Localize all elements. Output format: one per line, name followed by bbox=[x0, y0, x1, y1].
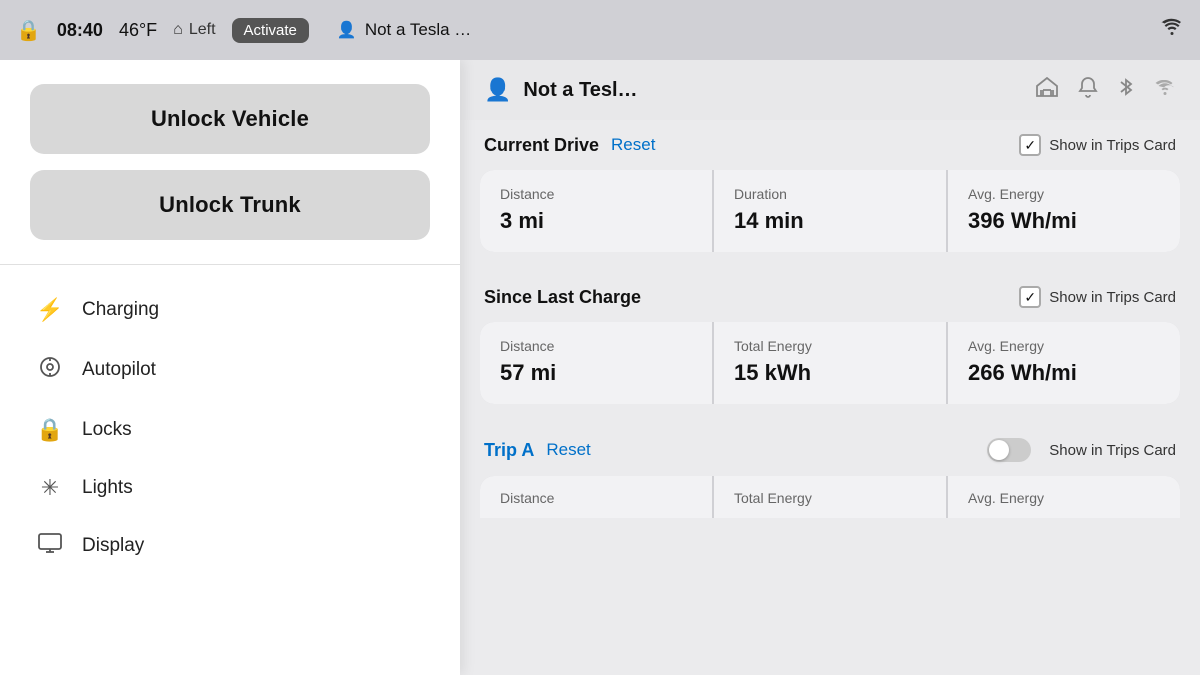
trip-a-section: Trip A Reset Show in Trips Card Distance… bbox=[480, 424, 1180, 518]
unlock-trunk-button[interactable]: Unlock Trunk bbox=[30, 170, 430, 240]
charging-icon: ⚡ bbox=[36, 297, 64, 323]
since-last-charge-show-trips: ✓ Show in Trips Card bbox=[1019, 286, 1176, 308]
trip-a-reset-btn[interactable]: Reset bbox=[546, 440, 590, 460]
wifi-icon-top bbox=[1160, 18, 1184, 42]
not-tesla-label: Not a Tesla … bbox=[365, 20, 471, 40]
status-home: ⌂ Left bbox=[173, 21, 215, 39]
unlock-vehicle-button[interactable]: Unlock Vehicle bbox=[30, 84, 430, 154]
since-last-charge-checkbox-label: Show in Trips Card bbox=[1049, 289, 1176, 306]
right-user-icon: 👤 bbox=[484, 77, 511, 103]
main-layout: Unlock Vehicle Unlock Trunk ⚡ Charging A… bbox=[0, 60, 1200, 675]
status-bar: 🔒 08:40 46°F ⌂ Left Activate 👤 Not a Tes… bbox=[0, 0, 1200, 60]
sidebar-nav: ⚡ Charging Autopilot 🔒 Locks bbox=[0, 265, 460, 675]
since-total-energy-label: Total Energy bbox=[734, 338, 926, 354]
since-last-charge-title-group: Since Last Charge bbox=[484, 287, 641, 308]
current-drive-stats: Distance 3 mi Duration 14 min Avg. Energ… bbox=[480, 170, 1180, 252]
trip-a-title[interactable]: Trip A bbox=[484, 440, 534, 461]
trip-a-show-trips: Show in Trips Card bbox=[987, 438, 1176, 462]
charging-label: Charging bbox=[82, 299, 159, 321]
since-distance-value: 57 mi bbox=[500, 360, 692, 386]
trip-a-title-group: Trip A Reset bbox=[484, 440, 591, 461]
since-total-energy: Total Energy 15 kWh bbox=[714, 322, 946, 404]
since-distance-label: Distance bbox=[500, 338, 692, 354]
current-drive-section: Current Drive Reset ✓ Show in Trips Card… bbox=[480, 120, 1180, 252]
distance-value: 3 mi bbox=[500, 208, 692, 234]
current-drive-show-trips: ✓ Show in Trips Card bbox=[1019, 134, 1176, 156]
trip-a-distance-header: Distance bbox=[480, 476, 712, 518]
sidebar-item-charging[interactable]: ⚡ Charging bbox=[0, 281, 460, 339]
trip-a-distance-label: Distance bbox=[500, 490, 554, 506]
bluetooth-icon bbox=[1118, 76, 1134, 104]
lights-icon: ✳ bbox=[36, 475, 64, 501]
since-last-charge-header: Since Last Charge ✓ Show in Trips Card bbox=[480, 272, 1180, 322]
account-area: 👤 Not a Tesla … bbox=[337, 20, 471, 40]
unlock-area: Unlock Vehicle Unlock Trunk bbox=[0, 60, 460, 265]
activate-button[interactable]: Activate bbox=[232, 18, 309, 43]
bell-icon bbox=[1078, 76, 1098, 104]
locks-icon: 🔒 bbox=[36, 417, 64, 443]
energy-value: 396 Wh/mi bbox=[968, 208, 1160, 234]
trip-a-avg-energy-label: Avg. Energy bbox=[968, 490, 1044, 506]
autopilot-icon bbox=[36, 355, 64, 385]
current-drive-title: Current Drive bbox=[484, 135, 599, 156]
duration-label: Duration bbox=[734, 186, 926, 202]
since-total-energy-value: 15 kWh bbox=[734, 360, 926, 386]
right-icons bbox=[1036, 76, 1176, 104]
account-icon: 👤 bbox=[337, 20, 357, 40]
sidebar-item-lights[interactable]: ✳ Lights bbox=[0, 459, 460, 517]
since-last-charge-stats: Distance 57 mi Total Energy 15 kWh Avg. … bbox=[480, 322, 1180, 404]
since-distance: Distance 57 mi bbox=[480, 322, 712, 404]
since-avg-energy-value: 266 Wh/mi bbox=[968, 360, 1160, 386]
home-label: Left bbox=[189, 21, 216, 39]
current-drive-energy: Avg. Energy 396 Wh/mi bbox=[948, 170, 1180, 252]
garage-icon bbox=[1036, 77, 1058, 103]
trip-a-total-energy-header: Total Energy bbox=[714, 476, 946, 518]
left-panel: Unlock Vehicle Unlock Trunk ⚡ Charging A… bbox=[0, 60, 460, 675]
right-panel: 👤 Not a Tesl… bbox=[460, 60, 1200, 675]
since-avg-energy: Avg. Energy 266 Wh/mi bbox=[948, 322, 1180, 404]
current-drive-checkbox-label: Show in Trips Card bbox=[1049, 137, 1176, 154]
right-title: Not a Tesl… bbox=[523, 79, 1024, 102]
current-drive-header: Current Drive Reset ✓ Show in Trips Card bbox=[480, 120, 1180, 170]
trip-a-toggle-label: Show in Trips Card bbox=[1049, 442, 1176, 459]
trip-a-avg-energy-header: Avg. Energy bbox=[948, 476, 1180, 518]
status-temp: 46°F bbox=[119, 20, 157, 41]
trip-a-header: Trip A Reset Show in Trips Card bbox=[480, 424, 1180, 476]
locks-label: Locks bbox=[82, 419, 132, 441]
current-drive-title-group: Current Drive Reset bbox=[484, 135, 655, 156]
distance-label: Distance bbox=[500, 186, 692, 202]
trip-a-total-energy-label: Total Energy bbox=[734, 490, 812, 506]
status-time: 08:40 bbox=[57, 20, 103, 41]
wifi-icon bbox=[1154, 79, 1176, 102]
current-drive-reset[interactable]: Reset bbox=[611, 135, 655, 155]
trips-content: Current Drive Reset ✓ Show in Trips Card… bbox=[460, 120, 1200, 675]
right-header: 👤 Not a Tesl… bbox=[460, 60, 1200, 120]
sidebar-item-display[interactable]: Display bbox=[0, 517, 460, 575]
current-drive-checkbox[interactable]: ✓ bbox=[1019, 134, 1041, 156]
energy-label: Avg. Energy bbox=[968, 186, 1160, 202]
since-last-charge-title: Since Last Charge bbox=[484, 287, 641, 308]
autopilot-label: Autopilot bbox=[82, 359, 156, 381]
duration-value: 14 min bbox=[734, 208, 926, 234]
since-last-charge-section: Since Last Charge ✓ Show in Trips Card D… bbox=[480, 272, 1180, 404]
home-icon: ⌂ bbox=[173, 21, 183, 39]
trip-a-partial-stats: Distance Total Energy Avg. Energy bbox=[480, 476, 1180, 518]
since-last-charge-checkbox[interactable]: ✓ bbox=[1019, 286, 1041, 308]
display-icon bbox=[36, 533, 64, 559]
trip-a-toggle[interactable] bbox=[987, 438, 1031, 462]
current-drive-distance: Distance 3 mi bbox=[480, 170, 712, 252]
since-avg-energy-label: Avg. Energy bbox=[968, 338, 1160, 354]
sidebar-item-autopilot[interactable]: Autopilot bbox=[0, 339, 460, 401]
sidebar-item-locks[interactable]: 🔒 Locks bbox=[0, 401, 460, 459]
current-drive-duration: Duration 14 min bbox=[714, 170, 946, 252]
lock-icon: 🔒 bbox=[16, 18, 41, 43]
lights-label: Lights bbox=[82, 477, 133, 499]
display-label: Display bbox=[82, 535, 144, 557]
